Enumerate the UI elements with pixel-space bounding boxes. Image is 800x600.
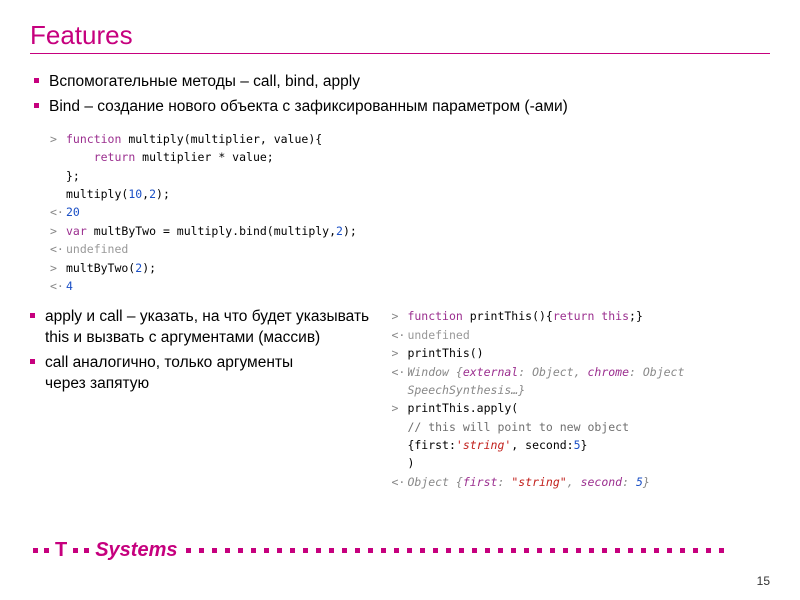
bullet-list: Вспомогательные методы – call, bind, app… xyxy=(34,72,770,118)
bullet-text: call аналогично, только аргументы через … xyxy=(45,353,293,395)
bullet-item: Вспомогательные методы – call, bind, app… xyxy=(34,72,770,93)
code-block-2: >function printThis(){return this;} <·un… xyxy=(379,307,770,491)
decorative-dots xyxy=(182,548,771,553)
bullet-marker xyxy=(34,103,39,108)
bullet-item: call аналогично, только аргументы через … xyxy=(30,353,379,395)
logo-row: T Systems xyxy=(30,539,770,562)
bullet-marker xyxy=(34,78,39,83)
bullet-text: Bind – создание нового объекта с зафикси… xyxy=(49,97,568,118)
bullet-marker xyxy=(30,313,35,318)
bullet-marker xyxy=(30,359,35,364)
slide-title: Features xyxy=(30,20,770,54)
bullet-text: Вспомогательные методы – call, bind, app… xyxy=(49,72,360,93)
bullet-item: apply и call – указать, на что будет ука… xyxy=(30,307,379,349)
t-systems-logo: T Systems xyxy=(30,539,178,562)
code-block-1: >function multiply(multiplier, value){ r… xyxy=(50,130,770,296)
bullet-item: Bind – создание нового объекта с зафикси… xyxy=(34,97,770,118)
bullet-text: apply и call – указать, на что будет ука… xyxy=(45,307,369,349)
page-number: 15 xyxy=(757,574,770,588)
